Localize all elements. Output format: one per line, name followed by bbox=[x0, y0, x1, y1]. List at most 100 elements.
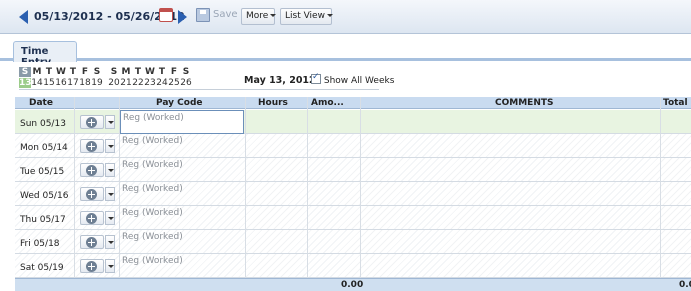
add-entry-button[interactable] bbox=[80, 211, 104, 225]
chevron-down-icon bbox=[270, 14, 277, 17]
col-total-header[interactable]: Total bbox=[663, 98, 688, 108]
week-day-number[interactable]: 16 bbox=[55, 78, 67, 88]
week-day-number[interactable]: 25 bbox=[168, 78, 180, 88]
col-divider bbox=[245, 97, 246, 278]
col-paycode-header[interactable]: Pay Code bbox=[156, 98, 203, 108]
col-divider bbox=[307, 97, 308, 278]
row-menu-dropdown[interactable] bbox=[105, 211, 115, 225]
pay-code-field[interactable]: Reg (Worked) bbox=[120, 182, 244, 206]
col-comments-header[interactable]: COMMENTS bbox=[495, 98, 553, 108]
row-date: Sat 05/19 bbox=[20, 263, 64, 273]
week-day-header: S bbox=[93, 67, 101, 77]
chevron-down-icon bbox=[108, 121, 114, 124]
chevron-down-icon bbox=[108, 217, 114, 220]
pay-code-field[interactable]: Reg (Worked) bbox=[120, 206, 244, 230]
save-disk-icon bbox=[196, 8, 210, 22]
col-divider bbox=[74, 97, 75, 278]
row-menu-dropdown[interactable] bbox=[105, 139, 115, 153]
week-day-number[interactable]: 17 bbox=[67, 78, 79, 88]
pay-code-field[interactable]: Reg (Worked) bbox=[120, 110, 244, 134]
week-day-header: W bbox=[145, 67, 155, 77]
list-view-button[interactable]: List View bbox=[280, 8, 333, 25]
table-row[interactable]: Fri 05/18 Reg (Worked) bbox=[15, 230, 691, 254]
plus-circle-icon bbox=[86, 189, 97, 200]
pay-code-field[interactable]: Reg (Worked) bbox=[120, 134, 244, 158]
table-row[interactable]: Thu 05/17 Reg (Worked) bbox=[15, 206, 691, 230]
week-day-header: T bbox=[158, 67, 166, 77]
tab-time-entry[interactable]: Time Entry bbox=[13, 41, 77, 68]
table-row[interactable]: Sun 05/13 Reg (Worked) bbox=[15, 110, 691, 134]
footer-total: 0.0 bbox=[679, 280, 691, 290]
current-date-label: May 13, 2012 bbox=[244, 75, 316, 86]
save-label: Save bbox=[213, 9, 238, 20]
week-strip: S 13 M 14 T 15 W 16 T 17 F 18 S 19 S 20 M 21 T 22 W 23 T 24 F 25 S… bbox=[0, 62, 691, 96]
show-all-weeks-checkbox[interactable] bbox=[311, 72, 321, 84]
calendar-icon[interactable] bbox=[159, 8, 173, 22]
row-menu-dropdown[interactable] bbox=[105, 187, 115, 201]
table-row[interactable]: Mon 05/14 Reg (Worked) bbox=[15, 134, 691, 158]
add-entry-button[interactable] bbox=[80, 235, 104, 249]
week-day-number[interactable]: 19 bbox=[91, 78, 103, 88]
col-date-header[interactable]: Date bbox=[29, 98, 53, 108]
list-view-label: List View bbox=[285, 11, 325, 21]
table-row[interactable]: Wed 05/16 Reg (Worked) bbox=[15, 182, 691, 206]
week-day-header: F bbox=[170, 67, 178, 77]
col-divider bbox=[660, 97, 661, 278]
col-hours-header[interactable]: Hours bbox=[258, 98, 288, 108]
add-entry-button[interactable] bbox=[80, 115, 104, 129]
grid-header: Date Pay Code Hours Amo... COMMENTS Tota… bbox=[15, 97, 691, 109]
week-day-header: M bbox=[121, 67, 131, 77]
add-entry-button[interactable] bbox=[80, 259, 104, 273]
row-menu-dropdown[interactable] bbox=[105, 235, 115, 249]
more-button[interactable]: More bbox=[241, 8, 277, 25]
more-label: More bbox=[246, 11, 269, 21]
plus-circle-icon bbox=[86, 141, 97, 152]
col-amount-header[interactable]: Amo... bbox=[311, 98, 344, 108]
grid-rows: Sun 05/13 Reg (Worked) Mon 05/14 Reg (Worke… bbox=[15, 110, 691, 278]
timesheet-grid: Date Pay Code Hours Amo... COMMENTS Tota… bbox=[15, 97, 691, 291]
week-day-number[interactable]: 22 bbox=[132, 78, 144, 88]
plus-circle-icon bbox=[86, 261, 97, 272]
tab-bar: Time Entry bbox=[0, 35, 691, 68]
week-day-header: F bbox=[81, 67, 89, 77]
plus-circle-icon bbox=[86, 213, 97, 224]
row-date: Tue 05/15 bbox=[20, 167, 65, 177]
next-arrow-icon[interactable] bbox=[178, 10, 187, 24]
chevron-down-icon bbox=[326, 14, 333, 17]
week-day-header: T bbox=[69, 67, 77, 77]
pay-code-field[interactable]: Reg (Worked) bbox=[120, 254, 244, 278]
week-day-header: W bbox=[56, 67, 66, 77]
add-entry-button[interactable] bbox=[80, 139, 104, 153]
week-day-number[interactable]: 14 bbox=[31, 78, 43, 88]
show-all-weeks-toggle[interactable]: Show All Weeks bbox=[311, 72, 394, 86]
week-day-number[interactable]: 18 bbox=[79, 78, 91, 88]
add-entry-button[interactable] bbox=[80, 163, 104, 177]
pay-code-field[interactable]: Reg (Worked) bbox=[120, 158, 244, 182]
week-day-header: T bbox=[134, 67, 142, 77]
chevron-down-icon bbox=[108, 193, 114, 196]
footer-amount-total: 0.00 bbox=[341, 280, 364, 290]
row-menu-dropdown[interactable] bbox=[105, 163, 115, 177]
week-divider bbox=[19, 89, 379, 90]
table-row[interactable]: Sat 05/19 Reg (Worked) bbox=[15, 254, 691, 278]
week-day-header: S bbox=[19, 67, 31, 77]
week-day-number[interactable]: 13 bbox=[19, 78, 32, 88]
week-day-number[interactable]: 24 bbox=[156, 78, 168, 88]
week-day-header: T bbox=[45, 67, 53, 77]
plus-circle-icon bbox=[86, 165, 97, 176]
week-day-header: S bbox=[110, 67, 118, 77]
week-day-number[interactable]: 21 bbox=[120, 78, 132, 88]
add-entry-button[interactable] bbox=[80, 187, 104, 201]
row-menu-dropdown[interactable] bbox=[105, 115, 115, 129]
week-day-number[interactable]: 26 bbox=[180, 78, 192, 88]
week-day-header: S bbox=[182, 67, 190, 77]
row-menu-dropdown[interactable] bbox=[105, 259, 115, 273]
table-row[interactable]: Tue 05/15 Reg (Worked) bbox=[15, 158, 691, 182]
week-day-header: M bbox=[32, 67, 42, 77]
week-day-number[interactable]: 23 bbox=[144, 78, 156, 88]
pay-code-field[interactable]: Reg (Worked) bbox=[120, 230, 244, 254]
plus-circle-icon bbox=[86, 237, 97, 248]
week-day-number[interactable]: 20 bbox=[108, 78, 120, 88]
prev-arrow-icon[interactable] bbox=[19, 10, 28, 24]
week-day-number[interactable]: 15 bbox=[43, 78, 55, 88]
